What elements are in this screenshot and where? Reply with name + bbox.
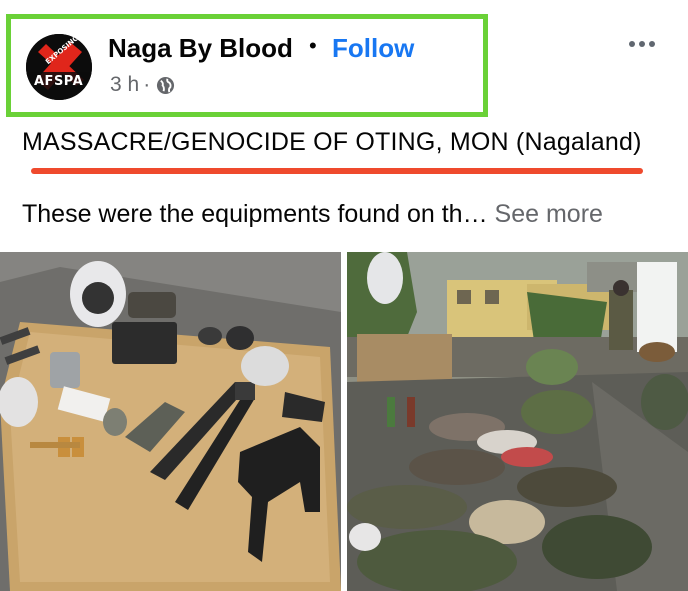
logo-main-text: AFSPA [34,74,84,89]
see-more-link[interactable]: See more [495,200,603,228]
post-header-highlight: EXPOSING AFSPA Naga By Blood • Follow 3 … [6,14,488,117]
afspa-logo-icon [26,34,92,100]
globe-icon[interactable] [156,76,175,95]
photo-clothing-on-ground[interactable] [347,252,688,591]
more-options-button[interactable] [622,30,662,58]
follow-button[interactable]: Follow [332,33,414,64]
meta-separator: · [143,73,151,96]
post-body-text: These were the equipments found on th… [22,200,488,228]
header-separator: • [309,33,317,58]
page-name-link[interactable]: Naga By Blood [108,33,293,64]
post-body: These were the equipments found on th… S… [22,200,603,229]
post-timestamp[interactable]: 3 h [110,73,139,97]
more-horizontal-icon [629,41,635,47]
photo-equipment-on-tarp[interactable] [0,252,341,591]
post-title: MASSACRE/GENOCIDE OF OTING, MON (Nagalan… [22,128,642,156]
avatar[interactable]: EXPOSING AFSPA [26,34,92,100]
title-underline [31,168,643,174]
post-meta: 3 h · [110,73,175,97]
